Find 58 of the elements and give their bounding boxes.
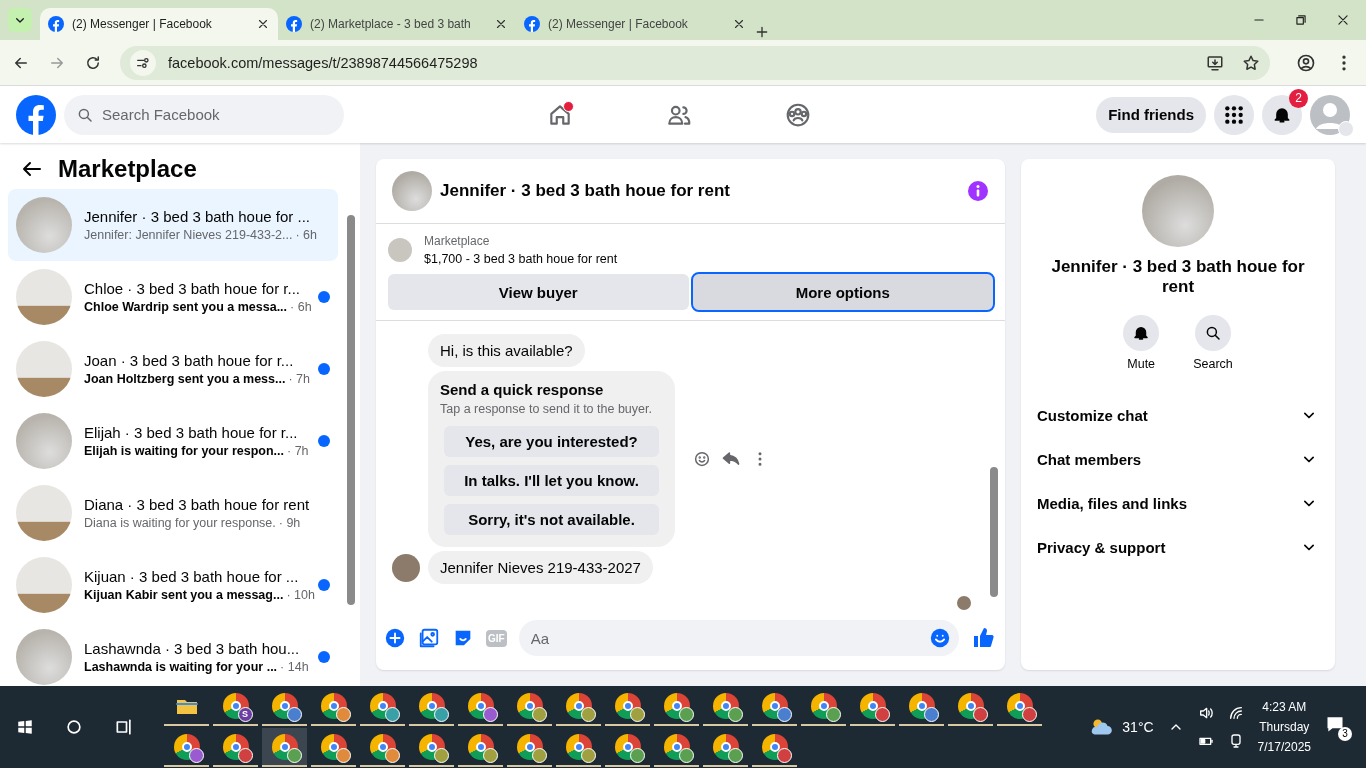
message-bubble: Jennifer Nieves 219-433-2027 — [428, 551, 653, 584]
section-header[interactable]: Customize chat — [1021, 393, 1335, 437]
conversation-time: · 6h — [295, 228, 317, 242]
clock-time[interactable]: 4:23 AM — [1262, 700, 1307, 714]
chat-title: Jennifer · 3 bed 3 bath houe for rent — [440, 181, 731, 201]
conversation-item[interactable]: Kijuan · 3 bed 3 bath houe for ... Kijuan Kabir sent you a messag... · 10h — [8, 549, 338, 621]
conversation-preview: Chloe Wardrip sent you a messa... — [84, 300, 288, 314]
conversation-preview: Diana is waiting for your response. — [84, 516, 276, 530]
clock-date[interactable]: 7/17/2025 — [1257, 740, 1311, 754]
conversation-preview: Joan Holtzberg sent you a mess... — [84, 372, 286, 386]
taskbar-app[interactable]: S — [213, 687, 258, 726]
conversation-item[interactable]: Joan · 3 bed 3 bath houe for r... Joan Holtzberg sent you a mess... · 7h — [8, 333, 338, 405]
conversation-preview: Elijah is waiting for your respon... — [84, 444, 285, 458]
conversation-title: Elijah · 3 bed 3 bath houe for r... — [84, 424, 299, 441]
conversation-preview: Lashawnda is waiting for your ... — [84, 660, 278, 674]
browser-tab[interactable]: (2) Messenger | Facebook — [40, 8, 278, 40]
conversation-title: Chloe · 3 bed 3 bath houe for r... — [84, 280, 301, 297]
weather-temperature[interactable]: 31°C — [1122, 719, 1154, 735]
listing-source: Marketplace — [424, 234, 491, 248]
search-field[interactable]: Search Facebook — [102, 94, 332, 135]
conversation-title: Lashawnda · 3 bed 3 bath hou... — [84, 640, 301, 657]
conversation-time: · 14h — [280, 660, 309, 674]
sidebar-title: Marketplace — [58, 155, 197, 183]
conversation-time: · 7h — [287, 444, 309, 458]
conversation-item[interactable]: Lashawnda · 3 bed 3 bath hou... Lashawnda is waiting for your ... · 14h — [8, 621, 338, 686]
section-header[interactable]: Privacy & support — [1021, 525, 1335, 569]
action-button[interactable]: More options — [692, 274, 993, 310]
conversation-title: Kijuan · 3 bed 3 bath houe for ... — [84, 568, 300, 585]
conversation-time: · 6h — [290, 300, 312, 314]
message-bubble: Hi, is this available? — [428, 334, 585, 367]
address-bar[interactable]: facebook.com/messages/t/23898744566475298 — [120, 45, 1270, 80]
conversation-preview: Kijuan Kabir sent you a messag... — [84, 588, 284, 602]
conversation-item[interactable]: Diana · 3 bed 3 bath houe for rent Diana is waiting for your response. · 9h — [8, 477, 338, 549]
listing-summary: $1,700 - 3 bed 3 bath houe for rent — [424, 252, 618, 266]
card-title: Send a quick response — [440, 381, 605, 398]
card-subtitle: Tap a response to send it to the buyer. — [440, 402, 653, 416]
conversation-time: · 9h — [278, 516, 301, 530]
conversation-item[interactable]: Jennifer · 3 bed 3 bath houe for ... Jennifer: Jennifer Nieves 219-433-2... · 6h — [8, 189, 338, 261]
browser-tab[interactable]: (2) Marketplace - 3 bed 3 bath — [278, 8, 516, 40]
quick-reply-button[interactable]: Sorry, it's not available. — [444, 504, 659, 535]
notification-center-button[interactable]: 3 — [1325, 713, 1352, 741]
conversation-preview: Jennifer: Jennifer Nieves 219-433-2... — [84, 228, 293, 242]
find-friends-button[interactable]: Find friends — [1096, 96, 1206, 133]
conversation-time: · 10h — [286, 588, 315, 602]
action-button[interactable]: View buyer — [388, 274, 689, 310]
clock-day[interactable]: Thursday — [1259, 720, 1310, 734]
chat-name: Jennifer · 3 bed 3 bath houe for rent — [1050, 257, 1306, 297]
conversation-item[interactable]: Chloe · 3 bed 3 bath houe for r... Chloe Wardrip sent you a messa... · 6h — [8, 261, 338, 333]
quick-reply-button[interactable]: Yes, are you interested? — [444, 426, 659, 457]
conversation-title: Joan · 3 bed 3 bath houe for r... — [84, 352, 295, 369]
browser-tab[interactable]: (2) Messenger | Facebook — [516, 8, 754, 40]
section-header[interactable]: Media, files and links — [1021, 481, 1335, 525]
section-header[interactable]: Chat members — [1021, 437, 1335, 481]
conversation-item[interactable]: Elijah · 3 bed 3 bath houe for r... Elijah is waiting for your respon... · 7h — [8, 405, 338, 477]
notification-badge: 2 — [1289, 88, 1308, 108]
search-bar[interactable]: Search Facebook — [64, 94, 344, 135]
conversation-time: · 7h — [288, 372, 310, 386]
quick-reply-button[interactable]: In talks. I'll let you know. — [444, 465, 659, 496]
